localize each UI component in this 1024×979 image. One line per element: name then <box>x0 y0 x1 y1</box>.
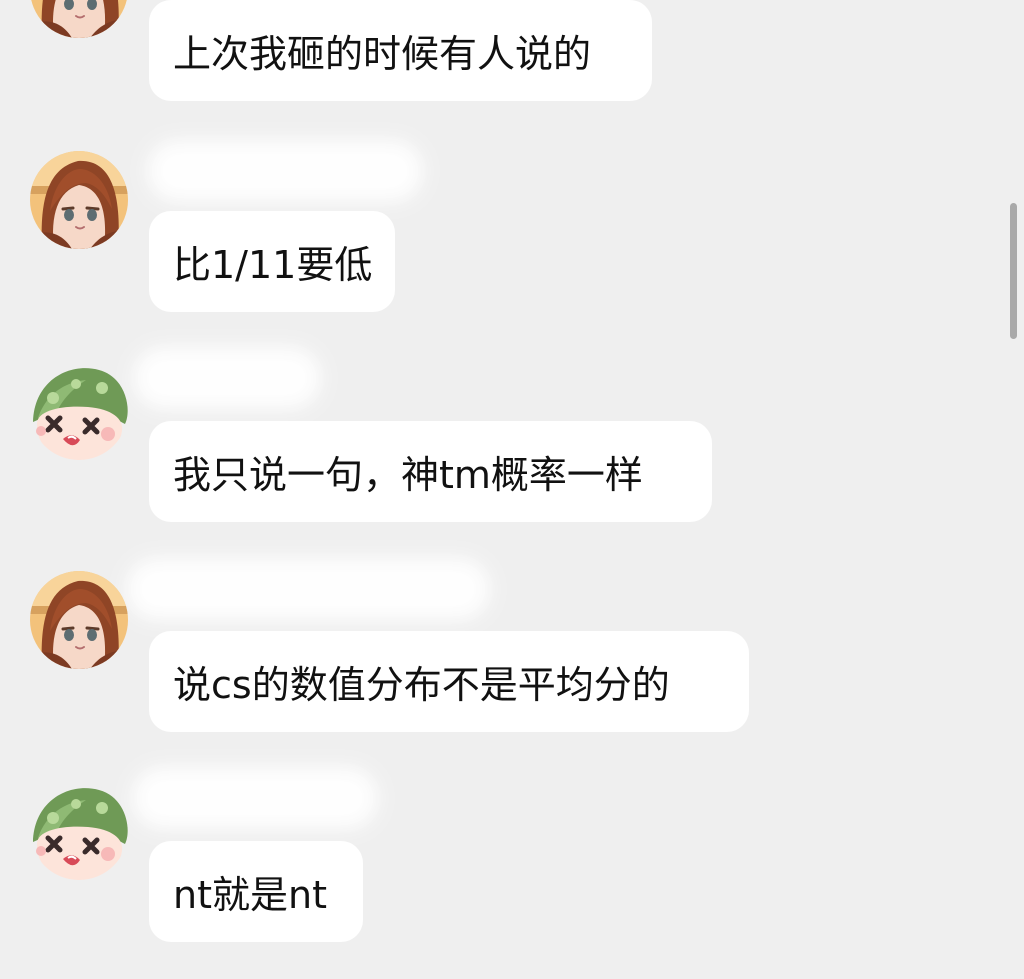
message-bubble[interactable]: nt就是nt <box>149 841 363 942</box>
girl-avatar-icon[interactable] <box>30 151 128 249</box>
message-bubble[interactable]: 比1/11要低 <box>149 211 395 312</box>
girl-avatar-icon[interactable] <box>30 571 128 669</box>
mushroom-avatar-icon[interactable] <box>30 782 128 880</box>
message-text: 上次我砸的时候有人说的 <box>173 32 592 76</box>
message-bubble[interactable]: 说cs的数值分布不是平均分的 <box>149 631 749 732</box>
mushroom-avatar-icon[interactable] <box>30 362 128 460</box>
sender-name-redacted <box>147 140 423 202</box>
chat-message-list: 上次我砸的时候有人说的 比1/11要低 我只说一句，神tm概率一样 说cs的数值… <box>0 0 1024 979</box>
message-text: nt就是nt <box>173 873 327 917</box>
message-text: 说cs的数值分布不是平均分的 <box>173 663 670 707</box>
message-text: 比1/11要低 <box>173 243 373 287</box>
sender-name-redacted <box>132 767 378 829</box>
sender-name-redacted <box>133 347 321 409</box>
message-bubble[interactable]: 上次我砸的时候有人说的 <box>149 0 652 101</box>
sender-name-redacted <box>126 558 490 620</box>
vertical-scrollbar[interactable] <box>1010 203 1017 339</box>
message-bubble[interactable]: 我只说一句，神tm概率一样 <box>149 421 712 522</box>
message-text: 我只说一句，神tm概率一样 <box>173 453 643 497</box>
girl-avatar-icon[interactable] <box>30 0 128 38</box>
